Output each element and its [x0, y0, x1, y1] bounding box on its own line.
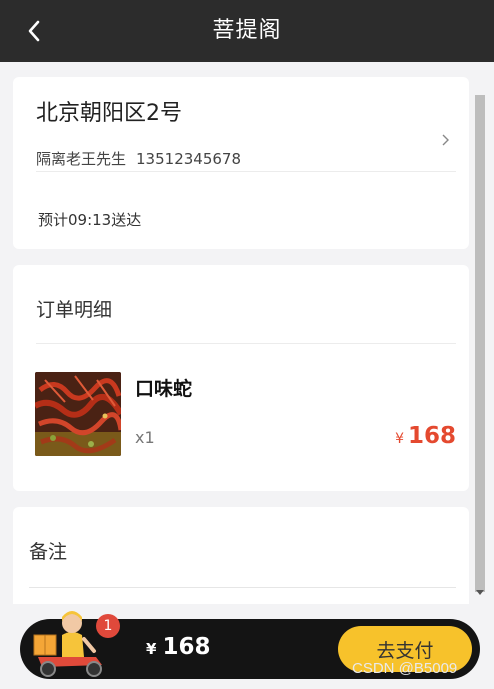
scroll-content[interactable]: 北京朝阳区2号 隔离老王先生 13512345678 预计09:13送达 订单明细 — [0, 62, 486, 604]
scrollbar-thumb[interactable] — [475, 95, 485, 592]
divider — [36, 343, 456, 344]
cart-total: ¥168 — [146, 634, 210, 660]
contact-info: 隔离老王先生 13512345678 — [36, 148, 241, 169]
delivery-eta: 预计09:13送达 — [38, 211, 142, 229]
remark-card: 备注 — [13, 507, 469, 604]
watermark-text: CSDN @B5009 — [352, 660, 458, 677]
remark-title: 备注 — [29, 541, 68, 563]
contact-phone: 13512345678 — [136, 150, 241, 168]
scroll-down-arrow-icon[interactable] — [476, 590, 484, 595]
dish-price: ¥168 — [395, 423, 456, 449]
contact-name: 隔离老王先生 — [36, 150, 127, 168]
currency-symbol: ¥ — [146, 640, 157, 658]
top-nav-bar: 菩提阁 — [0, 0, 494, 62]
order-detail-title: 订单明细 — [36, 299, 113, 321]
dish-name: 口味蛇 — [135, 378, 193, 400]
page-title: 菩提阁 — [212, 18, 282, 43]
cart-count-badge: 1 — [96, 614, 120, 638]
dish-price-value: 168 — [407, 423, 456, 449]
scrollbar[interactable] — [474, 87, 486, 602]
address-card[interactable]: 北京朝阳区2号 隔离老王先生 13512345678 预计09:13送达 — [13, 77, 469, 249]
dish-quantity: x1 — [135, 428, 155, 447]
cart-total-value: 168 — [162, 634, 211, 660]
chevron-right-icon[interactable] — [439, 129, 453, 151]
divider — [36, 171, 456, 172]
delivery-address: 北京朝阳区2号 — [36, 101, 182, 126]
currency-symbol: ¥ — [395, 431, 404, 447]
delivery-courier-icon — [33, 611, 102, 677]
order-detail-card: 订单明细 口味蛇 x1 ¥168 — [13, 265, 469, 491]
dish-image — [35, 372, 121, 456]
